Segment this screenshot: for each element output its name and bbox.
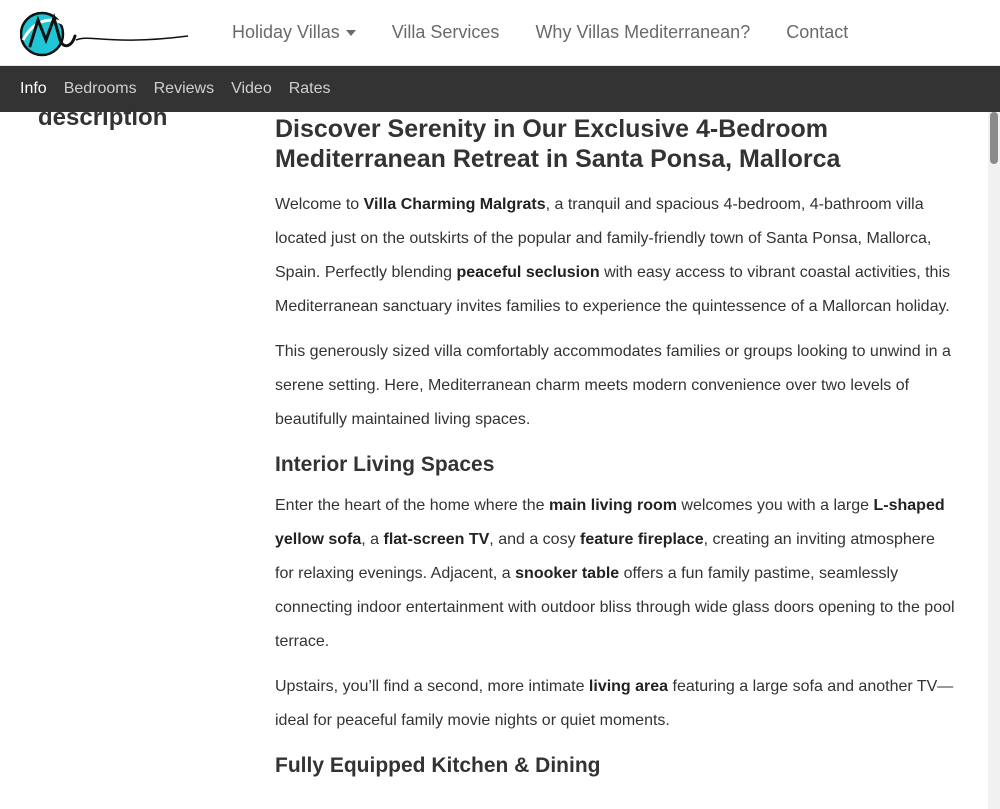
tab-info[interactable]: Info — [20, 80, 47, 98]
brand-logo[interactable] — [20, 10, 195, 58]
nav-holiday-villas[interactable]: Holiday Villas — [232, 22, 356, 43]
page-scrollbar[interactable] — [988, 112, 1000, 809]
highlight: feature fireplace — [580, 531, 704, 548]
highlight: snooker table — [515, 565, 620, 582]
tab-rates[interactable]: Rates — [289, 80, 331, 98]
interior-paragraph: Enter the heart of the home where the ma… — [275, 489, 955, 659]
villa-description: Discover Serenity in Our Exclusive 4-Bed… — [275, 114, 955, 790]
scrollbar-thumb[interactable] — [990, 112, 998, 164]
text: Upstairs, you’ll find a second, more int… — [275, 678, 589, 695]
site-header: Holiday Villas Villa Services Why Villas… — [0, 0, 1000, 66]
villa-name: Villa Charming Malgrats — [363, 196, 546, 213]
text: , a — [361, 531, 384, 548]
text: Welcome to — [275, 196, 364, 213]
main-navigation: Holiday Villas Villa Services Why Villas… — [232, 22, 884, 43]
tab-video[interactable]: Video — [231, 80, 272, 98]
section-label: description — [38, 104, 168, 131]
highlight: flat-screen TV — [383, 531, 490, 548]
nav-villa-services[interactable]: Villa Services — [392, 22, 500, 43]
nav-contact[interactable]: Contact — [786, 22, 848, 43]
article-title: Discover Serenity in Our Exclusive 4-Bed… — [275, 115, 841, 173]
heading-interior: Interior Living Spaces — [275, 453, 495, 476]
highlight: main living room — [548, 497, 677, 514]
nav-why-villas[interactable]: Why Villas Mediterranean? — [535, 22, 750, 43]
caret-down-icon — [345, 29, 356, 36]
upstairs-paragraph: Upstairs, you’ll find a second, more int… — [275, 670, 955, 738]
text: Enter the heart of the home where the — [275, 497, 549, 514]
logo-icon — [20, 11, 189, 57]
highlight: peaceful seclusion — [456, 264, 600, 281]
text: , and a cosy — [489, 531, 581, 548]
tab-bedrooms[interactable]: Bedrooms — [64, 80, 137, 98]
nav-holiday-villas-label: Holiday Villas — [232, 22, 340, 42]
overview-paragraph: This generously sized villa comfortably … — [275, 343, 951, 428]
intro-paragraph: Welcome to Villa Charming Malgrats, a tr… — [275, 188, 955, 324]
text: welcomes you with a large — [676, 497, 874, 514]
highlight: living area — [588, 678, 669, 695]
heading-kitchen: Fully Equipped Kitchen & Dining — [275, 754, 601, 777]
tab-reviews[interactable]: Reviews — [154, 80, 214, 98]
